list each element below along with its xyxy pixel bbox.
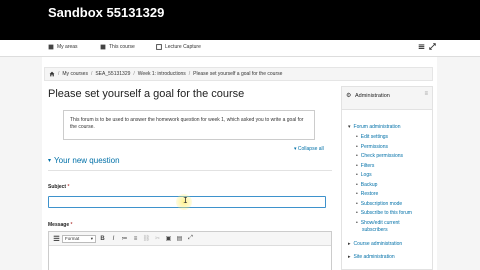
gear-icon: ⚙: [346, 93, 352, 99]
collapse-all-chevron-icon: ▾: [294, 146, 297, 152]
section-divider: [48, 170, 332, 171]
breadcrumb-my-courses[interactable]: My courses: [62, 71, 88, 77]
collapse-all-label: Collapse all: [297, 146, 324, 152]
tree-item-restore[interactable]: • Restore: [356, 191, 378, 197]
forum-intro: This forum is to be used to answer the h…: [63, 110, 315, 140]
text-cursor-icon: I: [183, 196, 188, 205]
tree-label: Check permissions: [360, 153, 404, 159]
page-margin-right: [437, 57, 480, 270]
lecture-capture-icon: [156, 44, 162, 50]
nav-this-course[interactable]: This course: [100, 44, 135, 50]
page-margin-left: [0, 57, 42, 270]
nav-this-course-label: This course: [109, 44, 135, 50]
tree-label: Course administration: [353, 241, 403, 247]
chevron-down-icon: ▾: [90, 235, 93, 241]
numbered-list-button[interactable]: ≡: [131, 234, 140, 243]
list-icon[interactable]: [418, 43, 425, 50]
tree-item-subscribers-cont[interactable]: subscribers: [362, 227, 388, 233]
tree-item-show-edit-subscribers[interactable]: • Show/edit current: [356, 220, 400, 226]
section-toggle[interactable]: ▾ Your new question: [48, 156, 120, 165]
format-select[interactable]: Format ▾: [62, 234, 96, 243]
tree-forum-administration[interactable]: ▾ Forum administration: [348, 124, 400, 130]
tree-item-backup[interactable]: • Backup: [356, 182, 377, 188]
home-icon[interactable]: [49, 71, 55, 77]
site-title[interactable]: Sandbox 55131329: [48, 5, 164, 20]
nav-lecture-capture-label: Lecture Capture: [165, 44, 201, 50]
top-navigation: My areas This course Lecture Capture: [0, 40, 480, 57]
collapse-all-link[interactable]: ▾ Collapse all: [294, 146, 324, 152]
chevron-right-icon: ▸: [348, 254, 351, 260]
breadcrumb-forum[interactable]: Please set yourself a goal for the cours…: [193, 71, 282, 77]
tree-item-subscription-mode[interactable]: • Subscription mode: [356, 201, 402, 207]
editor-toolbar: Format ▾ B I ≔ ≡ ⛓ ✂ ▣ ▤ ⤢: [49, 232, 331, 246]
media-button[interactable]: ▤: [175, 234, 184, 243]
message-label-text: Message: [48, 222, 70, 228]
tree-site-administration[interactable]: ▸ Site administration: [348, 254, 395, 260]
nav-my-areas[interactable]: My areas: [48, 44, 78, 50]
this-course-icon: [100, 44, 106, 50]
chevron-down-icon: ▾: [48, 158, 52, 164]
tree-label: Show/edit current: [360, 220, 400, 226]
tree-course-administration[interactable]: ▸ Course administration: [348, 241, 402, 247]
my-areas-icon: [48, 44, 54, 50]
nav-right-tools: [418, 43, 436, 50]
block-menu-icon[interactable]: ≡: [424, 91, 428, 97]
tree-label: Restore: [360, 191, 379, 197]
link-button[interactable]: ⛓: [142, 234, 151, 243]
tree-label: Edit settings: [360, 134, 389, 140]
subject-label: Subject *: [48, 184, 69, 190]
nav-my-areas-label: My areas: [57, 44, 78, 50]
site-header: Sandbox 55131329: [0, 0, 480, 40]
breadcrumb: / My courses / SEA_55131329 / Week 1: in…: [44, 67, 433, 81]
section-heading-label: Your new question: [54, 156, 120, 165]
tree-label: Logs: [360, 172, 372, 178]
tree-label: Site administration: [353, 254, 395, 260]
format-select-label: Format: [65, 236, 80, 241]
message-editor[interactable]: Format ▾ B I ≔ ≡ ⛓ ✂ ▣ ▤ ⤢: [48, 231, 332, 270]
fullscreen-editor-button[interactable]: ⤢: [186, 234, 195, 243]
tree-item-edit-settings[interactable]: • Edit settings: [356, 134, 388, 140]
fullscreen-icon[interactable]: [429, 43, 436, 50]
subject-label-text: Subject: [48, 184, 67, 190]
page-title: Please set yourself a goal for the cours…: [48, 88, 245, 100]
tree-label: Filters: [360, 163, 375, 169]
tree-item-permissions[interactable]: • Permissions: [356, 144, 388, 150]
toolbar-toggle-icon[interactable]: [53, 235, 60, 242]
tree-label: Subscribe to this forum: [360, 210, 412, 216]
tree-label: subscribers: [362, 227, 388, 233]
tree-item-logs[interactable]: • Logs: [356, 172, 372, 178]
unlink-button[interactable]: ✂: [153, 234, 162, 243]
chevron-right-icon: ▸: [348, 241, 351, 247]
bold-button[interactable]: B: [98, 234, 107, 243]
message-label: Message *: [48, 222, 72, 228]
image-button[interactable]: ▣: [164, 234, 173, 243]
nav-lecture-capture[interactable]: Lecture Capture: [156, 44, 201, 50]
tree-label: Subscription mode: [360, 201, 403, 207]
administration-title: Administration: [355, 93, 390, 99]
tree-item-subscribe[interactable]: • Subscribe to this forum: [356, 210, 412, 216]
tree-item-filters[interactable]: • Filters: [356, 163, 374, 169]
tree-label: Forum administration: [353, 124, 401, 130]
chevron-down-icon: ▾: [348, 124, 351, 130]
required-icon: *: [70, 222, 73, 228]
administration-header: ⚙ Administration ≡: [342, 87, 432, 110]
tree-label: Backup: [360, 182, 378, 188]
tree-label: Permissions: [360, 144, 388, 150]
required-icon: *: [67, 184, 70, 190]
breadcrumb-section[interactable]: Week 1: introductions: [138, 71, 186, 77]
tree-item-check-permissions[interactable]: • Check permissions: [356, 153, 403, 159]
breadcrumb-course[interactable]: SEA_55131329: [95, 71, 130, 77]
bullet-list-button[interactable]: ≔: [120, 234, 129, 243]
italic-button[interactable]: I: [109, 234, 118, 243]
